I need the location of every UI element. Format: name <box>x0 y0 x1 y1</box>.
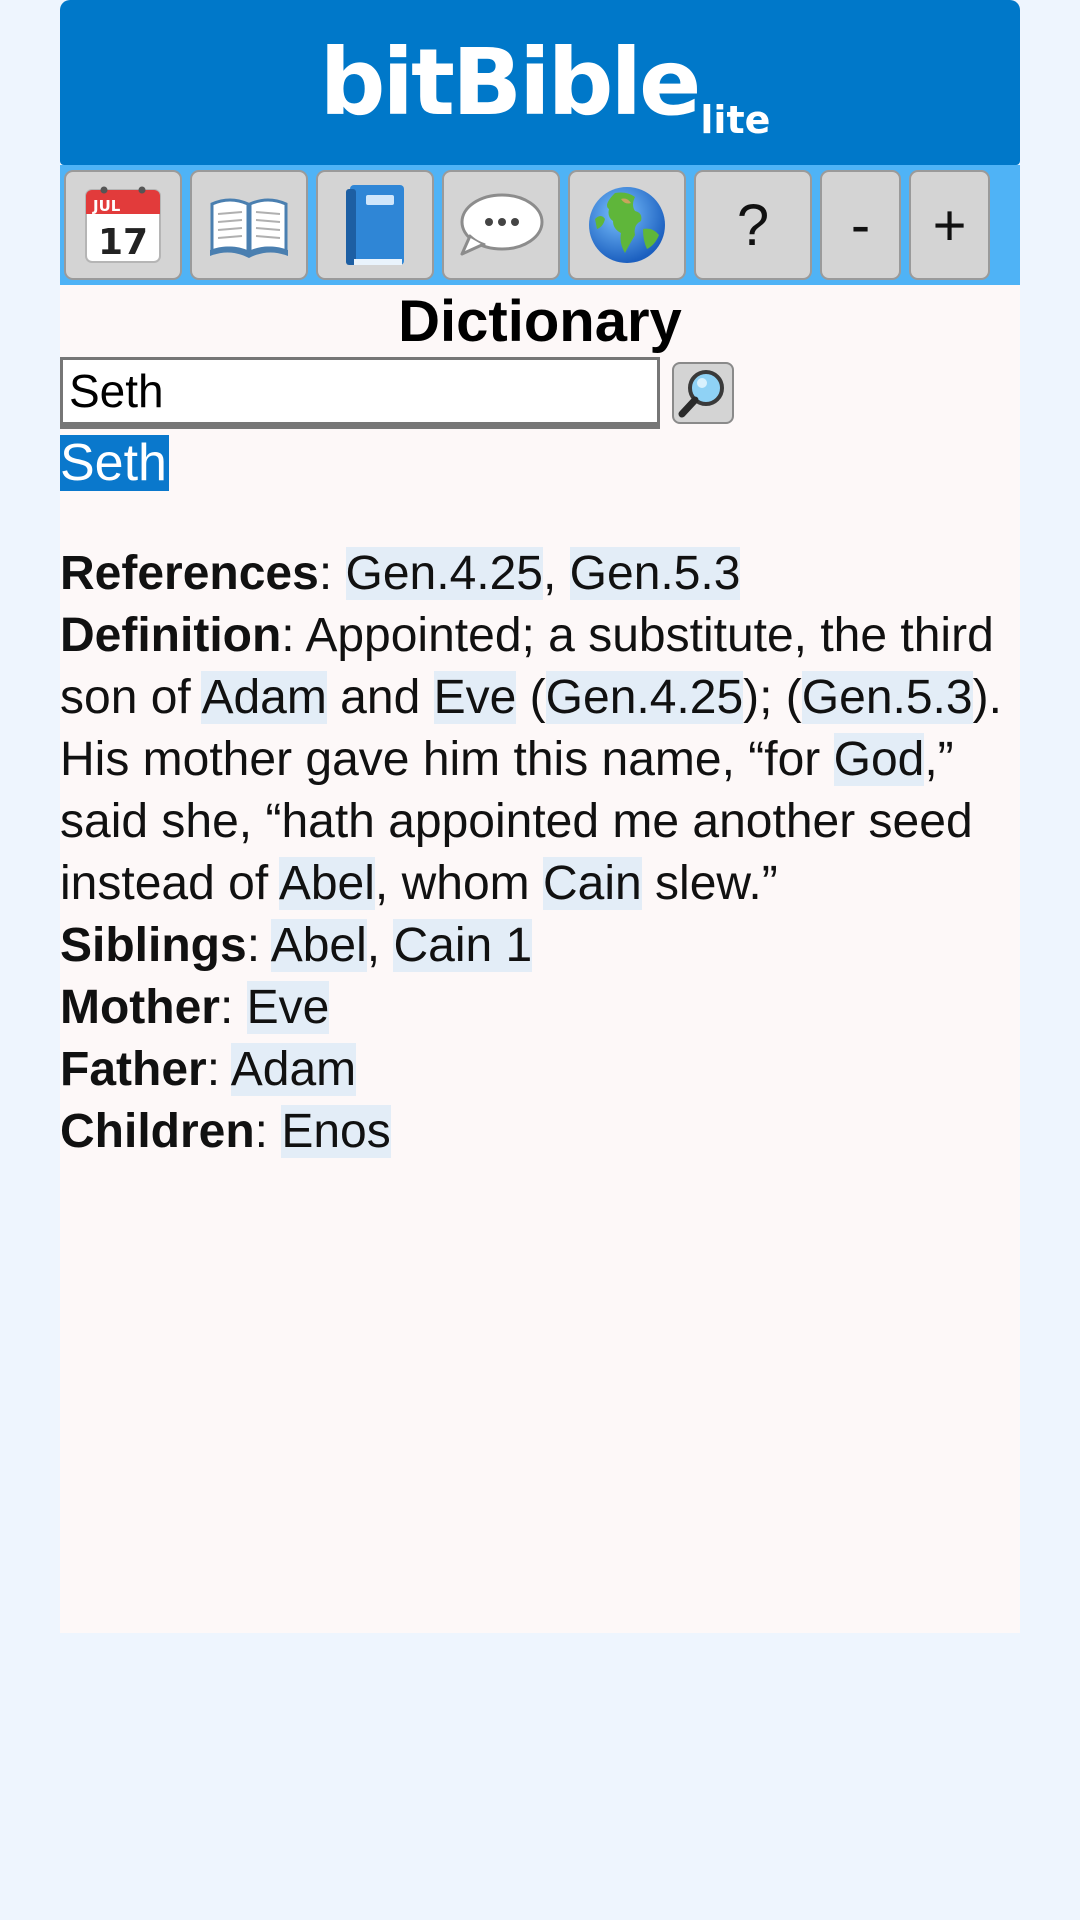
page-title: Dictionary <box>398 289 682 354</box>
definition-text: and <box>326 671 434 724</box>
reference-link[interactable]: Gen.4.25 <box>545 671 744 724</box>
person-link-abel[interactable]: Abel <box>270 919 367 972</box>
definition-label: Definition <box>60 609 282 662</box>
siblings-row: Siblings: Abel, Cain 1 <box>60 919 533 972</box>
person-link-enos[interactable]: Enos <box>281 1105 391 1158</box>
logo-main-text: bitBible <box>319 28 702 136</box>
person-link-abel[interactable]: Abel <box>278 857 375 910</box>
father-label: Father <box>60 1043 207 1096</box>
svg-text:JUL: JUL <box>92 197 121 215</box>
search-input[interactable] <box>60 357 660 429</box>
app-header: bitBible lite <box>60 0 1020 165</box>
blue-book-icon <box>346 185 404 265</box>
reference-link[interactable]: Gen.5.3 <box>569 547 741 600</box>
references-row: References: Gen.4.25, Gen.5.3 <box>60 547 741 600</box>
globe-icon <box>589 187 665 263</box>
person-link-eve[interactable]: Eve <box>246 981 330 1034</box>
calendar-icon: JUL 17 <box>85 186 161 263</box>
term-link-god[interactable]: God <box>833 733 925 786</box>
book-button[interactable] <box>316 170 434 280</box>
definition-text: ); ( <box>743 671 802 724</box>
siblings-label: Siblings <box>60 919 247 972</box>
help-button[interactable]: ? <box>694 170 812 280</box>
reference-link[interactable]: Gen.5.3 <box>801 671 973 724</box>
search-button[interactable] <box>672 362 734 424</box>
definition-text: ( <box>516 671 546 724</box>
reference-link[interactable]: Gen.4.25 <box>345 547 543 600</box>
children-row: Children: Enos <box>60 1105 391 1158</box>
mother-row: Mother: Eve <box>60 981 330 1034</box>
world-button[interactable] <box>568 170 686 280</box>
svg-text:17: 17 <box>98 222 148 263</box>
children-label: Children <box>60 1105 255 1158</box>
toolbar: JUL 17 ? - + <box>60 165 1020 285</box>
father-row: Father: Adam <box>60 1043 357 1096</box>
entry-body: References: Gen.4.25, Gen.5.3 Definition… <box>60 543 1020 1163</box>
person-link-adam[interactable]: Adam <box>230 1043 357 1096</box>
speech-bubble-icon <box>460 193 544 256</box>
bible-reader-button[interactable] <box>190 170 308 280</box>
open-book-icon <box>210 198 288 258</box>
app-container: bitBible lite JUL 17 ? - + Dictionary Se… <box>60 0 1020 1633</box>
person-link-eve[interactable]: Eve <box>433 671 517 724</box>
person-link-cain[interactable]: Cain <box>542 857 642 910</box>
zoom-out-button[interactable]: - <box>820 170 901 280</box>
search-row <box>60 355 1020 431</box>
app-logo: bitBible lite <box>319 28 771 139</box>
person-link-adam[interactable]: Adam <box>201 671 327 724</box>
calendar-button[interactable]: JUL 17 <box>64 170 182 280</box>
zoom-in-button[interactable]: + <box>909 170 990 280</box>
references-label: References <box>60 547 319 600</box>
mother-label: Mother <box>60 981 220 1034</box>
person-link-cain[interactable]: Cain 1 <box>393 919 533 972</box>
definition-row: Definition: Appointed; a substitute, the… <box>60 605 1020 915</box>
definition-text: , whom <box>374 857 543 910</box>
definition-text: slew.” <box>641 857 778 910</box>
magnifier-icon <box>678 370 724 418</box>
dictionary-panel: Dictionary Seth References: Gen.4.25, Ge… <box>60 285 1020 1633</box>
selected-entry[interactable]: Seth <box>60 435 169 491</box>
chat-button[interactable] <box>442 170 560 280</box>
logo-sub-text: lite <box>700 97 771 142</box>
